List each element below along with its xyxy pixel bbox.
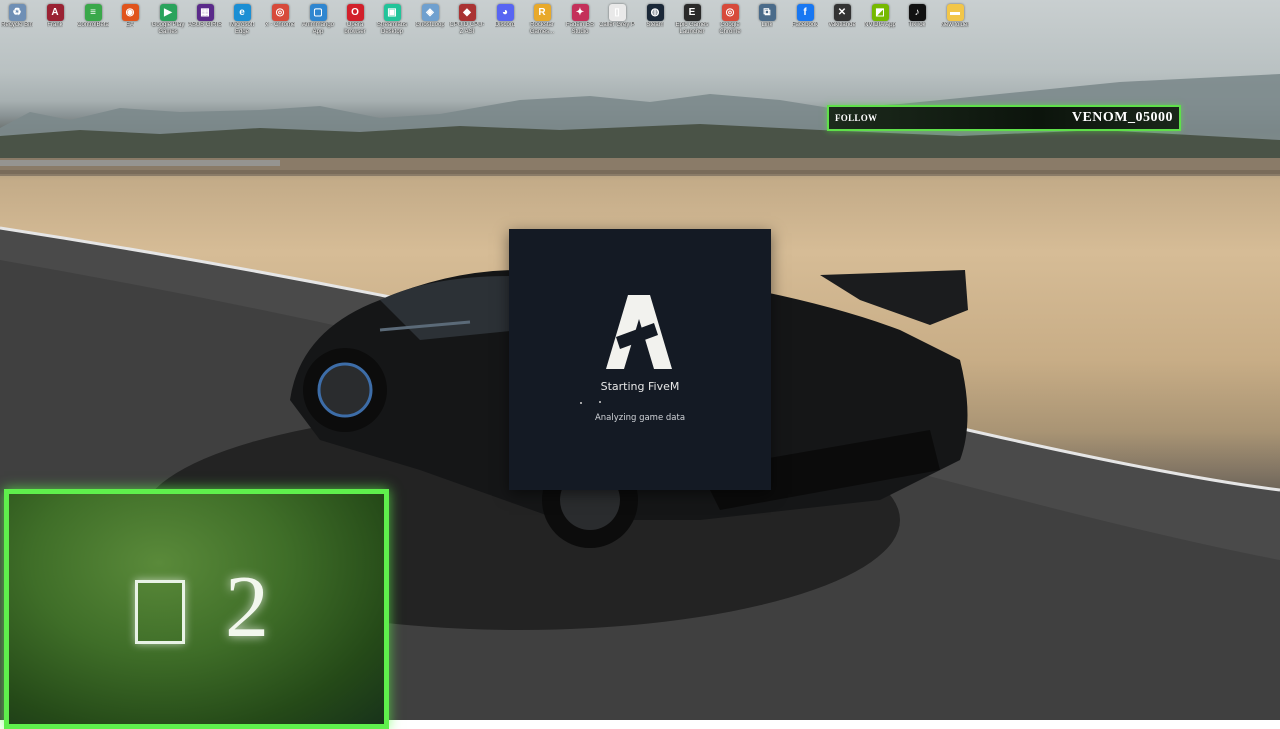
desktop-icon-label: Rockstar Games...	[529, 22, 555, 35]
desktop-icon[interactable]: ♻ Recycle Bin	[0, 4, 35, 29]
fivem-splash-window: Starting FiveM Analyzing game data	[509, 229, 771, 490]
spinner-dot	[580, 402, 582, 404]
stream-overlay-panel: 2	[4, 489, 389, 729]
desktop-icon-label: ControlBeta	[77, 22, 109, 28]
desktop-icon-label: Discord	[494, 22, 516, 28]
desktop-icon-label: Link	[761, 22, 773, 28]
ea-icon: ◉	[121, 4, 139, 21]
desktop-icon-label: NVIDIA App	[864, 22, 896, 28]
rockstar-icon: R	[533, 4, 551, 21]
desktop-icon-label: X - Chrome	[264, 22, 296, 28]
folder-icon: ▬	[946, 4, 964, 21]
tiktok-icon: ♪	[908, 4, 926, 21]
app-icon: ▢	[309, 4, 327, 21]
desktop-icon[interactable]: ◎ X - Chrome	[262, 4, 298, 29]
desktop-icon-label: Caller Grey P	[599, 22, 635, 28]
desktop-icon-label: New folder	[940, 22, 970, 28]
desktop-icon[interactable]: ▦ ASUS GIRIS	[187, 4, 223, 29]
facebook-icon: f	[796, 4, 814, 21]
edge-icon: e	[233, 4, 251, 21]
desktop-icon[interactable]: E Epic Games Launcher	[674, 4, 710, 36]
desktop-icon-label: Fadein BS Studio	[565, 22, 595, 35]
steam-icon: ◍	[646, 4, 664, 21]
desktop-icon[interactable]: ♪ TikTok	[899, 4, 935, 29]
desktop-icon-label: Vakitlande	[828, 22, 856, 28]
loading-spinner	[580, 401, 610, 405]
app-icon: ⧉	[758, 4, 776, 21]
asus-icon: ▦	[196, 4, 214, 21]
streamlabs-icon: ▣	[383, 4, 401, 21]
desktop-icon[interactable]: ◍ Steam	[637, 4, 673, 29]
desktop-icon[interactable]: O Opera browser	[337, 4, 373, 36]
follow-label: FOLLOW	[835, 113, 878, 123]
streamer-name: VENOM_05000	[1071, 110, 1173, 125]
chrome-icon: ◎	[721, 4, 739, 21]
desktop-icon-label: Animmango App	[301, 22, 334, 35]
desktop-icon-label: Frank	[47, 22, 63, 28]
desktop-icon[interactable]: ▣ Streamlabs Desktop	[374, 4, 410, 36]
desktop-icon-label: Google Chrome	[719, 22, 741, 35]
chrome-icon: ◎	[271, 4, 289, 21]
desktop-icon[interactable]: ⧉ Link	[749, 4, 785, 29]
desktop-icon[interactable]: ◈ GhostLoop	[412, 4, 448, 29]
desktop-icon-label: Facebook	[791, 22, 819, 28]
splash-status: Analyzing game data	[594, 413, 686, 423]
recycle-bin-icon: ♻	[8, 4, 26, 21]
desktop-icon[interactable]: ▬ New folder	[937, 4, 973, 29]
desktop-icon[interactable]: ≡ ControlBeta	[75, 4, 111, 29]
follow-banner: FOLLOW VENOM_05000	[827, 105, 1181, 131]
app-icon: ◈	[421, 4, 439, 21]
opera-icon: O	[346, 4, 364, 21]
app-icon: ≡	[84, 4, 102, 21]
desktop-icon[interactable]: ▯ Caller Grey P	[599, 4, 635, 29]
overlay-number: 2	[225, 559, 269, 656]
file-icon: ▯	[608, 4, 626, 21]
epic-icon: E	[683, 4, 701, 21]
desktop-icon-label: Microsoft Edge	[229, 22, 255, 35]
desktop-icon-label: Recycle Bin	[1, 22, 33, 28]
desktop-icon-label: GhostLoop	[415, 22, 445, 28]
desktop-icon-label: ASUS GIRIS	[187, 22, 223, 28]
fivem-logo-icon	[606, 295, 672, 369]
desktop-icon-row: ♻ Recycle Bin A Frank ≡ ControlBeta ◉ EA ▶ Google…	[0, 2, 980, 42]
desktop-icon[interactable]: ✦ Fadein BS Studio	[562, 4, 598, 36]
desktop-icon-label: Steam	[646, 22, 664, 28]
app-icon: ✦	[571, 4, 589, 21]
desktop-icon-label: Opera browser	[344, 22, 366, 35]
desktop-icon[interactable]: ▢ Animmango App	[300, 4, 336, 36]
discord-icon: ◕	[496, 4, 514, 21]
desktop-icon[interactable]: ▶ Google Play Games	[150, 4, 186, 36]
desktop-icon[interactable]: ✕ Vakitlande	[824, 4, 860, 29]
app-icon: A	[46, 4, 64, 21]
desktop-icon-label: Streamlabs Desktop	[376, 22, 408, 35]
desktop-icon[interactable]: e Microsoft Edge	[224, 4, 260, 36]
desktop-icon[interactable]: f Facebook	[787, 4, 823, 29]
cpuz-icon: ◆	[458, 4, 476, 21]
app-icon: ✕	[833, 4, 851, 21]
desktop-icon[interactable]: ◉ EA	[112, 4, 148, 29]
desktop-icon-label: CPUID CPU-Z ASI	[449, 22, 485, 35]
desktop-icon-label: Epic Games Launcher	[675, 22, 709, 35]
desktop-icon[interactable]: ◆ CPUID CPU-Z ASI	[449, 4, 485, 36]
desktop-icon[interactable]: ◕ Discord	[487, 4, 523, 29]
desktop-icon-label: EA	[125, 22, 134, 28]
splash-title: Starting FiveM	[600, 380, 680, 393]
desktop-icon[interactable]: ◩ NVIDIA App	[862, 4, 898, 29]
desktop-icon[interactable]: ◎ Google Chrome	[712, 4, 748, 36]
desktop-icon-label: TikTok	[908, 22, 926, 28]
google-play-icon: ▶	[159, 4, 177, 21]
nvidia-icon: ◩	[871, 4, 889, 21]
placeholder-glyph-icon	[135, 580, 185, 644]
spinner-dot	[599, 401, 601, 403]
desktop-icon[interactable]: A Frank	[37, 4, 73, 29]
desktop-icon-label: Google Play Games	[151, 22, 185, 35]
desktop-icon[interactable]: R Rockstar Games...	[524, 4, 560, 36]
